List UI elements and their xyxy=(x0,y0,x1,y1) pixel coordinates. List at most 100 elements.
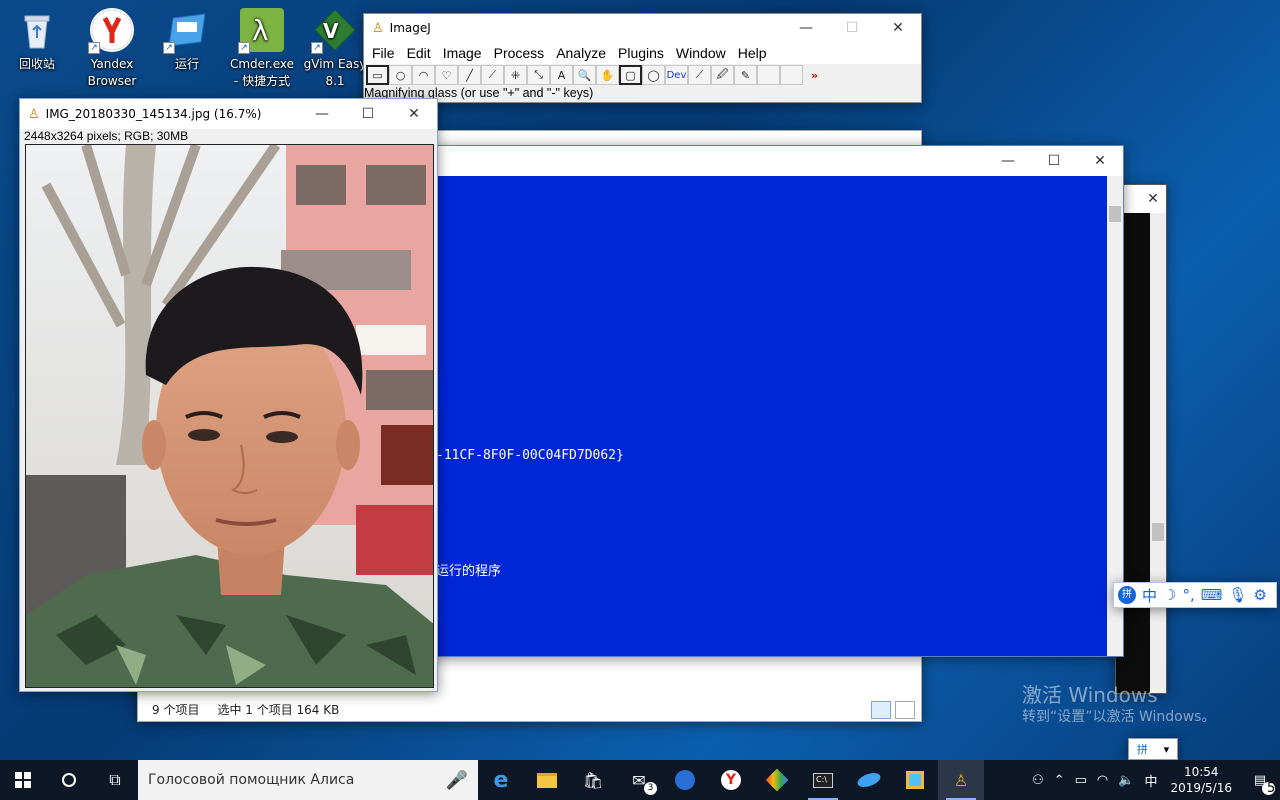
angle-tool-icon[interactable]: ⟋ xyxy=(481,65,504,85)
large-icons-view-button[interactable] xyxy=(895,701,915,719)
menu-plugins[interactable]: Plugins xyxy=(612,45,670,61)
ime-mode-toggle[interactable]: 中 xyxy=(1142,585,1157,606)
settings-gear-icon[interactable]: ⚙ xyxy=(1253,586,1266,604)
menu-edit[interactable]: Edit xyxy=(401,45,437,61)
minimize-button[interactable]: — xyxy=(783,13,829,43)
menu-window[interactable]: Window xyxy=(670,45,732,61)
maximize-button[interactable]: ☐ xyxy=(1031,146,1077,176)
taskbar-store[interactable]: 🛍 xyxy=(570,760,616,800)
search-input[interactable]: Голосовой помощник Алиса xyxy=(148,772,446,788)
wifi-icon[interactable]: ◠ xyxy=(1092,773,1113,788)
clock[interactable]: 10:54 2019/5/16 xyxy=(1162,764,1240,796)
stacks-menu-icon[interactable]: ⟋ xyxy=(688,65,711,85)
imagej-app-icon: ♙ xyxy=(372,20,384,36)
action-center-button[interactable]: ▤ 5 xyxy=(1240,760,1280,800)
line-tool-icon[interactable]: ╱ xyxy=(458,65,481,85)
taskbar-mail[interactable]: ✉ 3 xyxy=(616,760,662,800)
desktop-icon-recycle-bin[interactable]: 回收站 xyxy=(2,8,72,73)
taskbar-app-cube[interactable] xyxy=(892,760,938,800)
scrollbar-thumb[interactable] xyxy=(1109,206,1121,222)
view-toggle[interactable] xyxy=(871,701,915,719)
edge-browser-icon: e xyxy=(493,767,509,793)
taskbar-yandex[interactable]: Y xyxy=(708,760,754,800)
scrollbar[interactable] xyxy=(1150,213,1166,693)
menu-process[interactable]: Process xyxy=(488,45,551,61)
brush-tool-icon[interactable]: 🖉 xyxy=(711,65,734,85)
ime-toolbar[interactable]: 拼 中 ☽ °, ⌨ 🎙 ⚙ xyxy=(1113,582,1277,608)
desktop-icon-cmder[interactable]: λ ↗ Cmder.exe - 快捷方式 xyxy=(227,8,297,90)
oval-brush-tool-icon[interactable]: ◯ xyxy=(642,65,665,85)
color-picker-tool-icon[interactable]: ▢ xyxy=(619,65,642,85)
minimize-button[interactable]: — xyxy=(299,99,345,129)
window-title: ImageJ xyxy=(389,21,431,35)
svg-text:V: V xyxy=(323,19,339,43)
freehand-tool-icon[interactable]: ♡ xyxy=(435,65,458,85)
taskbar-imagej[interactable]: ♙ xyxy=(938,760,984,800)
menu-image[interactable]: Image xyxy=(437,45,488,61)
oval-tool-icon[interactable]: ○ xyxy=(389,65,412,85)
close-button[interactable]: ✕ xyxy=(1140,184,1166,214)
people-icon[interactable]: ⚇ xyxy=(1027,773,1049,788)
menu-file[interactable]: File xyxy=(366,45,401,61)
taskbar-firefox[interactable] xyxy=(662,760,708,800)
ime-logo-icon[interactable]: 拼 xyxy=(1118,586,1136,604)
title-bar[interactable]: ♙ IMG_20180330_145134.jpg (16.7%) — ☐ ✕ xyxy=(20,99,437,129)
desktop-icon-gvim[interactable]: V ↗ gVim Easy 8.1 xyxy=(300,8,370,90)
menu-analyze[interactable]: Analyze xyxy=(550,45,612,61)
clock-time: 10:54 xyxy=(1183,765,1219,779)
ime-mini-bar[interactable]: 拼 ▾ xyxy=(1128,738,1178,760)
hand-tool-icon[interactable]: ✋ xyxy=(596,65,619,85)
details-view-button[interactable] xyxy=(871,701,891,719)
scrollbar-thumb[interactable] xyxy=(1152,523,1164,541)
dropdown-arrow-icon[interactable]: ▾ xyxy=(1164,743,1170,756)
menu-help[interactable]: Help xyxy=(732,45,773,61)
taskbar-git[interactable] xyxy=(754,760,800,800)
yandex-browser-icon: Y xyxy=(721,770,741,790)
minimize-button[interactable]: — xyxy=(985,146,1031,176)
ime-logo-icon[interactable]: 拼 xyxy=(1137,741,1148,757)
blue-oval-icon xyxy=(855,770,883,790)
imagej-main-window[interactable]: ♙ ImageJ — ☐ ✕ File Edit Image Process A… xyxy=(363,13,922,103)
cube-icon xyxy=(906,771,924,789)
microphone-icon[interactable]: 🎤 xyxy=(446,770,468,791)
photo-canvas[interactable] xyxy=(25,144,434,688)
cortana-button[interactable] xyxy=(46,760,92,800)
taskbar-app-blue[interactable] xyxy=(846,760,892,800)
title-bar[interactable]: — ☐ ✕ xyxy=(420,146,1123,176)
close-button[interactable]: ✕ xyxy=(391,99,437,129)
rectangle-tool-icon[interactable]: ▭ xyxy=(366,65,389,85)
battery-icon[interactable]: ▭ xyxy=(1070,773,1092,788)
taskbar-explorer[interactable] xyxy=(524,760,570,800)
magnifier-tool-icon[interactable]: 🔍 xyxy=(573,65,596,85)
chevron-up-icon[interactable]: ⌃ xyxy=(1049,773,1070,788)
desktop-icon-yandex[interactable]: ↗ Yandex Browser xyxy=(77,8,147,90)
microphone-icon[interactable]: 🎙 xyxy=(1228,586,1247,604)
windows-logo-icon xyxy=(15,772,31,788)
ime-indicator[interactable]: 中 xyxy=(1139,771,1162,790)
image-window[interactable]: ♙ IMG_20180330_145134.jpg (16.7%) — ☐ ✕ … xyxy=(19,98,438,692)
volume-icon[interactable]: 🔈 xyxy=(1113,773,1139,788)
start-button[interactable] xyxy=(0,760,46,800)
developer-menu-icon[interactable]: Dev xyxy=(665,65,688,85)
maximize-button[interactable]: ☐ xyxy=(345,99,391,129)
more-tools-icon[interactable]: » xyxy=(803,65,826,85)
pencil-tool-icon[interactable]: ✎ xyxy=(734,65,757,85)
taskbar-edge[interactable]: e xyxy=(478,760,524,800)
maximize-button[interactable]: ☐ xyxy=(829,13,875,43)
title-bar[interactable]: ♙ ImageJ — ☐ ✕ xyxy=(364,14,921,42)
taskbar-terminal[interactable]: C:\ xyxy=(800,760,846,800)
text-tool-icon[interactable]: A xyxy=(550,65,573,85)
point-tool-icon[interactable]: ⁜ xyxy=(504,65,527,85)
console-window-blue[interactable]: — ☐ ✕ -11CF-8F0F-00C04FD7D062} 运行的程序 xyxy=(419,145,1124,657)
half-width-icon[interactable]: ☽ xyxy=(1163,586,1176,604)
polygon-tool-icon[interactable]: ◠ xyxy=(412,65,435,85)
console-output[interactable]: -11CF-8F0F-00C04FD7D062} 运行的程序 xyxy=(420,176,1107,656)
close-button[interactable]: ✕ xyxy=(875,13,921,43)
punctuation-icon[interactable]: °, xyxy=(1182,586,1194,604)
search-box[interactable]: Голосовой помощник Алиса 🎤 xyxy=(138,760,478,800)
desktop-icon-run[interactable]: ↗ 运行 xyxy=(152,8,222,73)
keyboard-icon[interactable]: ⌨ xyxy=(1201,586,1223,604)
close-button[interactable]: ✕ xyxy=(1077,146,1123,176)
wand-tool-icon[interactable]: ⤡ xyxy=(527,65,550,85)
task-view-button[interactable]: ⧉ xyxy=(92,760,138,800)
